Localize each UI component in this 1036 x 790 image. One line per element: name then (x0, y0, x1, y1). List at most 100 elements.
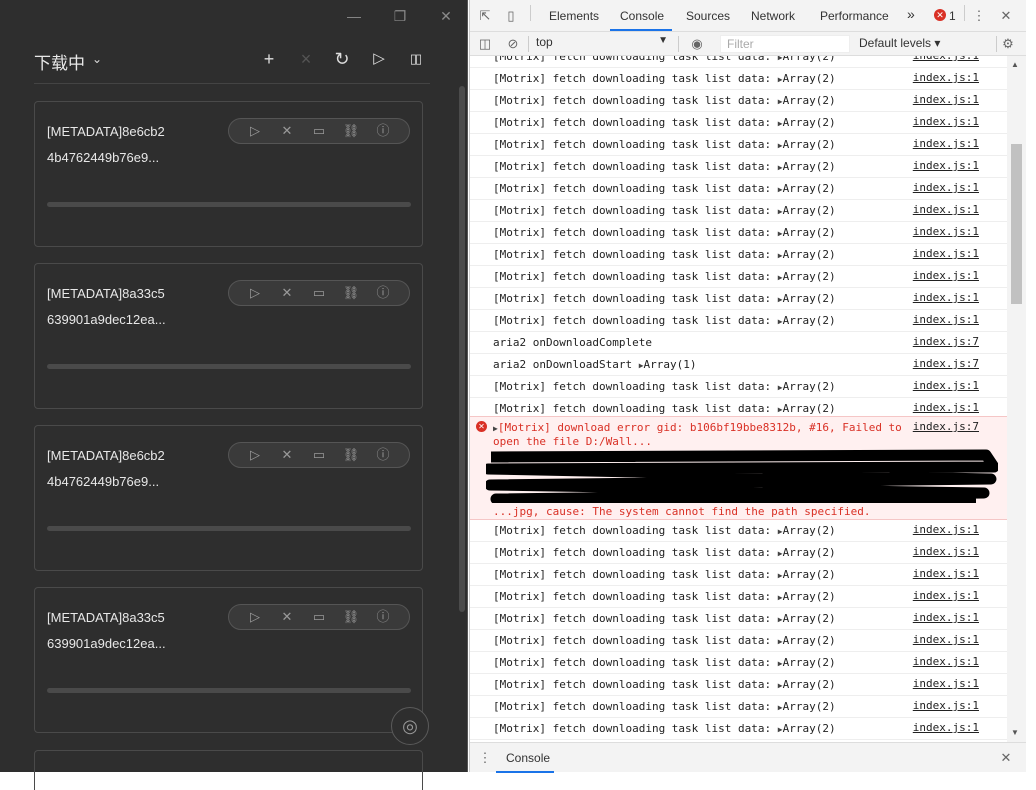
source-link[interactable]: index.js:1 (913, 71, 979, 84)
source-link[interactable]: index.js:1 (913, 611, 979, 624)
scrollbar-thumb[interactable] (1011, 144, 1022, 304)
device-toolbar-icon[interactable]: ▯ (502, 7, 520, 25)
source-link[interactable]: index.js:1 (913, 159, 979, 172)
object-preview[interactable]: Array(2) (783, 248, 836, 261)
play-icon[interactable]: ▷ (245, 608, 265, 626)
speedometer-icon[interactable]: ◎ (391, 707, 429, 745)
source-link[interactable]: index.js:1 (913, 269, 979, 282)
delete-icon[interactable]: ✕ (277, 608, 297, 626)
source-link[interactable]: index.js:7 (913, 420, 979, 433)
object-preview[interactable]: Array(2) (783, 182, 836, 195)
source-link[interactable]: index.js:1 (913, 56, 979, 62)
source-link[interactable]: index.js:1 (913, 589, 979, 602)
source-link[interactable]: index.js:1 (913, 115, 979, 128)
task-item[interactable]: [METADATA]8a33c5 639901a9dec12ea... ▷ ✕ … (34, 263, 423, 409)
object-preview[interactable]: Array(2) (783, 568, 836, 581)
task-item[interactable] (34, 750, 423, 790)
info-icon[interactable]: ⓘ (373, 122, 393, 140)
source-link[interactable]: index.js:1 (913, 137, 979, 150)
object-preview[interactable]: Array(2) (783, 160, 836, 173)
source-link[interactable]: index.js:7 (913, 357, 979, 370)
tab-sources[interactable]: Sources (686, 9, 730, 23)
kebab-menu-icon[interactable]: ⋮ (476, 749, 494, 767)
object-preview[interactable]: Array(2) (783, 590, 836, 603)
source-link[interactable]: index.js:1 (913, 721, 979, 734)
object-preview[interactable]: Array(2) (783, 314, 836, 327)
source-link[interactable]: index.js:1 (913, 291, 979, 304)
object-preview[interactable]: Array(1) (644, 358, 697, 371)
link-icon[interactable]: ⛓ (341, 608, 361, 626)
source-link[interactable]: index.js:1 (913, 181, 979, 194)
kebab-menu-icon[interactable]: ⋮ (970, 7, 988, 25)
object-preview[interactable]: Array(2) (783, 292, 836, 305)
source-link[interactable]: index.js:1 (913, 677, 979, 690)
filter-input[interactable]: Filter (720, 35, 850, 53)
refresh-icon[interactable]: ↻ (331, 47, 353, 71)
task-item[interactable]: [METADATA]8e6cb2 4b4762449b76e9... ▷ ✕ ▭… (34, 101, 423, 247)
object-preview[interactable]: Array(2) (783, 402, 836, 415)
close-drawer-icon[interactable]: ✕ (997, 749, 1015, 767)
tab-console[interactable]: Console (620, 9, 664, 23)
object-preview[interactable]: Array(2) (783, 270, 836, 283)
object-preview[interactable]: Array(2) (783, 656, 836, 669)
source-link[interactable]: index.js:1 (913, 567, 979, 580)
object-preview[interactable]: Array(2) (783, 138, 836, 151)
object-preview[interactable]: Array(2) (783, 56, 836, 63)
tab-elements[interactable]: Elements (549, 9, 599, 23)
source-link[interactable]: index.js:1 (913, 93, 979, 106)
console-scrollbar[interactable]: ▲ ▼ (1007, 56, 1026, 742)
delete-icon[interactable]: ✕ (277, 446, 297, 464)
object-preview[interactable]: Array(2) (783, 546, 836, 559)
object-preview[interactable]: Array(2) (783, 634, 836, 647)
page-title[interactable]: 下载中 (34, 49, 85, 74)
object-preview[interactable]: Array(2) (783, 94, 836, 107)
source-link[interactable]: index.js:1 (913, 545, 979, 558)
object-preview[interactable]: Array(2) (783, 524, 836, 537)
object-preview[interactable]: Array(2) (783, 612, 836, 625)
source-link[interactable]: index.js:1 (913, 379, 979, 392)
source-link[interactable]: index.js:1 (913, 633, 979, 646)
object-preview[interactable]: Array(2) (783, 116, 836, 129)
info-icon[interactable]: ⓘ (373, 284, 393, 302)
task-list-scrollbar[interactable] (459, 86, 465, 612)
add-task-icon[interactable]: + (258, 47, 280, 71)
delete-icon[interactable]: ✕ (277, 284, 297, 302)
tab-network[interactable]: Network (751, 9, 795, 23)
source-link[interactable]: index.js:7 (913, 335, 979, 348)
task-item[interactable]: [METADATA]8e6cb2 4b4762449b76e9... ▷ ✕ ▭… (34, 425, 423, 571)
error-icon[interactable]: ✕ (934, 9, 946, 21)
more-tabs-icon[interactable]: » (907, 6, 915, 22)
gear-icon[interactable]: ⚙ (999, 35, 1017, 53)
error-count[interactable]: 1 (949, 9, 956, 23)
source-link[interactable]: index.js:1 (913, 655, 979, 668)
context-selector[interactable]: top ▼ (536, 35, 670, 53)
tab-performance[interactable]: Performance (820, 9, 889, 23)
object-preview[interactable]: Array(2) (783, 72, 836, 85)
source-link[interactable]: index.js:1 (913, 247, 979, 260)
play-icon[interactable]: ▷ (245, 284, 265, 302)
delete-icon[interactable]: ✕ (277, 122, 297, 140)
sidebar-toggle-icon[interactable]: ◫ (476, 35, 494, 53)
resume-all-icon[interactable]: ▷ (368, 47, 390, 71)
delete-task-icon[interactable]: × (295, 47, 317, 71)
source-link[interactable]: index.js:1 (913, 225, 979, 238)
close-icon[interactable]: ✕ (436, 8, 456, 25)
object-preview[interactable]: Array(2) (783, 226, 836, 239)
source-link[interactable]: index.js:1 (913, 699, 979, 712)
source-link[interactable]: index.js:1 (913, 523, 979, 536)
play-icon[interactable]: ▷ (245, 446, 265, 464)
play-icon[interactable]: ▷ (245, 122, 265, 140)
info-icon[interactable]: ⓘ (373, 446, 393, 464)
eye-icon[interactable]: ◉ (688, 35, 706, 53)
info-icon[interactable]: ⓘ (373, 608, 393, 626)
close-devtools-icon[interactable]: ✕ (997, 7, 1015, 25)
folder-icon[interactable]: ▭ (309, 122, 329, 140)
scroll-down-icon[interactable]: ▼ (1011, 728, 1019, 737)
task-item[interactable]: [METADATA]8a33c5 639901a9dec12ea... ▷ ✕ … (34, 587, 423, 733)
folder-icon[interactable]: ▭ (309, 284, 329, 302)
object-preview[interactable]: Array(2) (783, 204, 836, 217)
link-icon[interactable]: ⛓ (341, 122, 361, 140)
scroll-up-icon[interactable]: ▲ (1011, 60, 1019, 69)
source-link[interactable]: index.js:1 (913, 401, 979, 414)
minimize-icon[interactable]: — (344, 8, 364, 24)
